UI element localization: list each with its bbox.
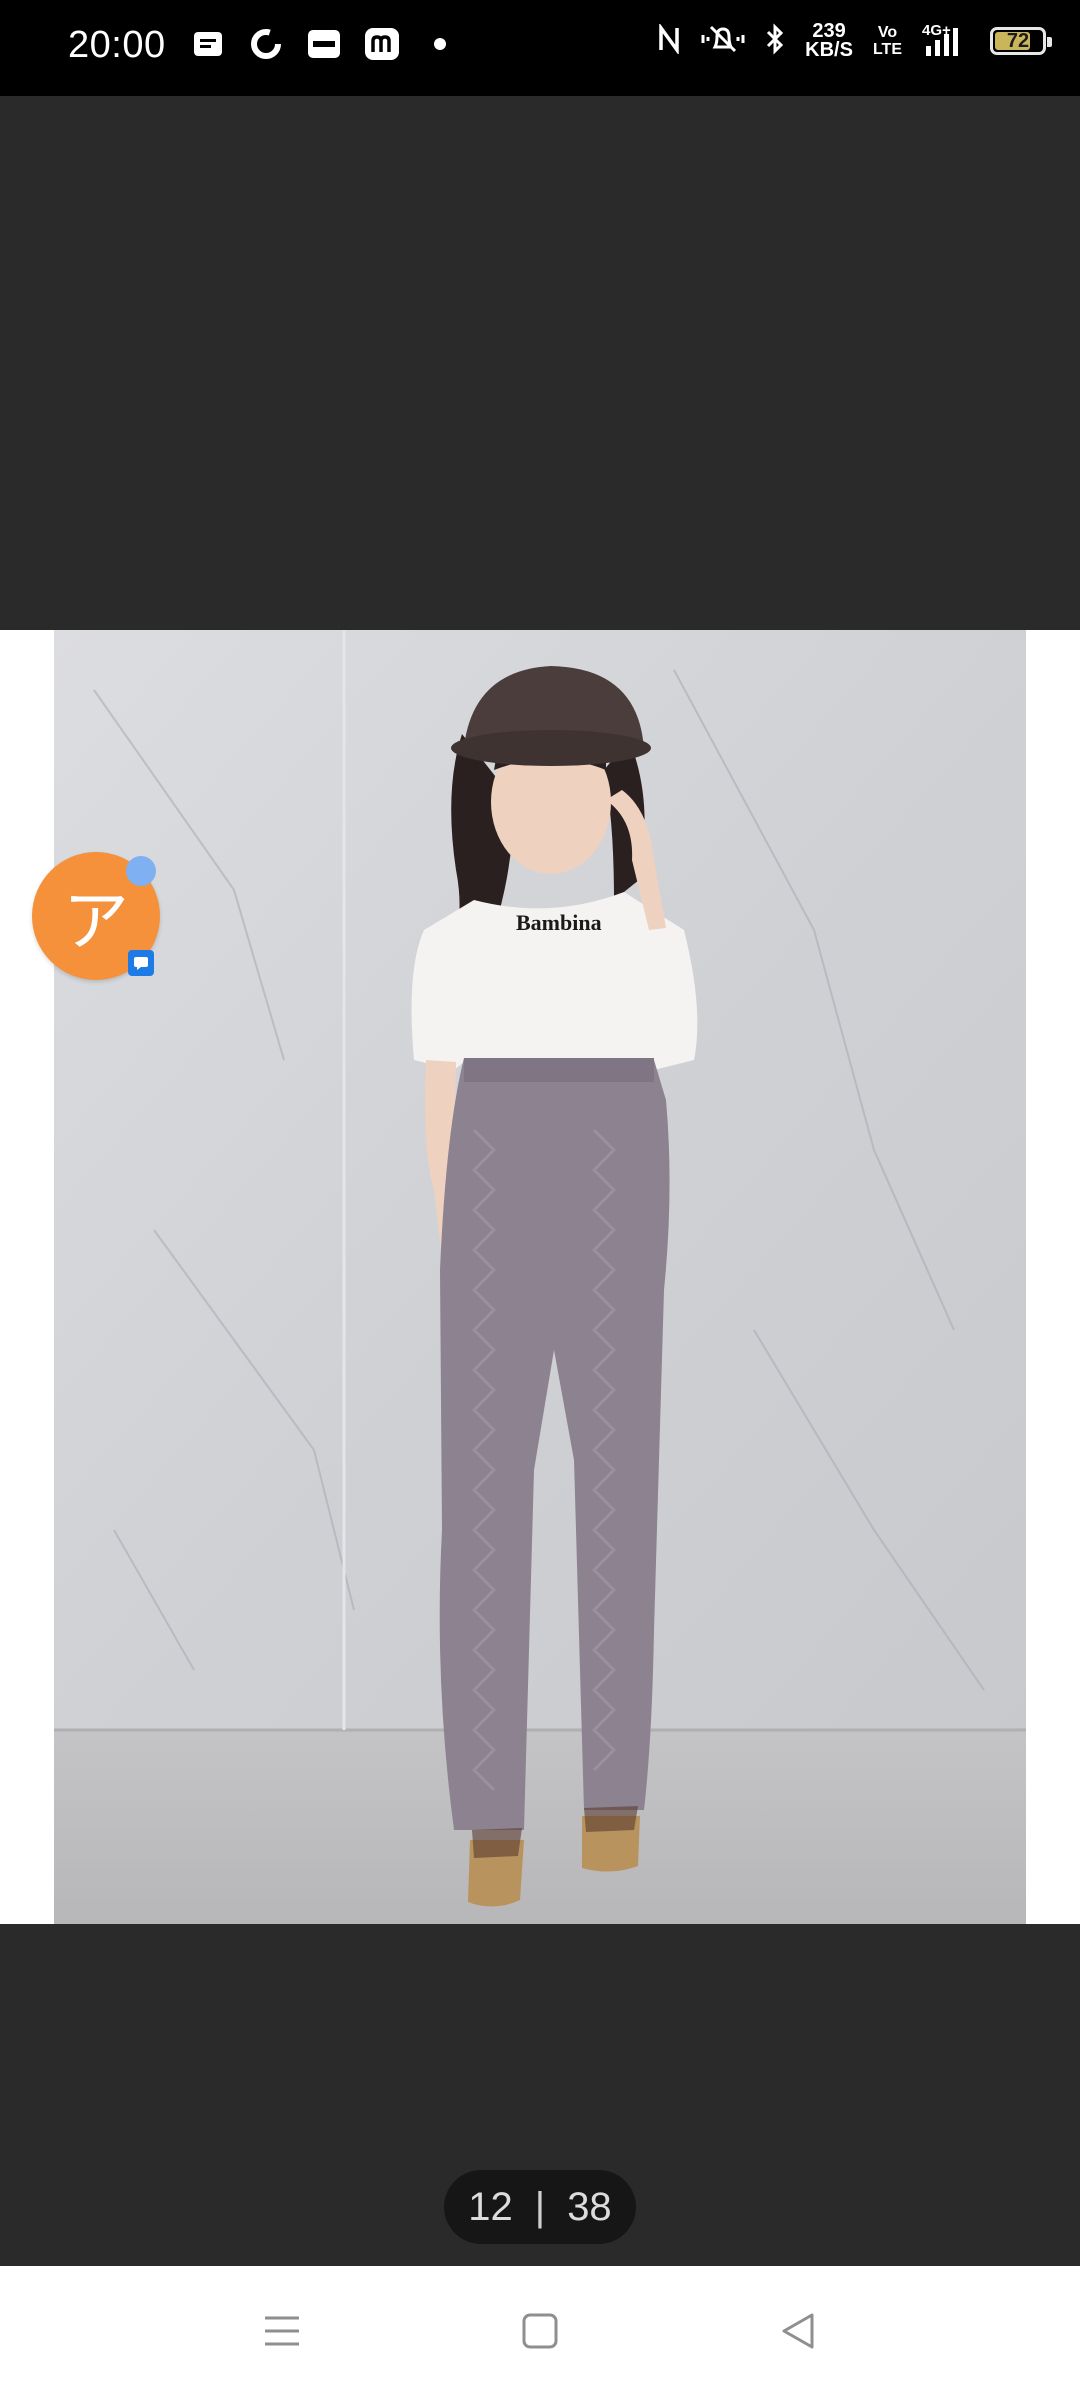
back-button[interactable] bbox=[718, 2266, 878, 2400]
photo-illustration: Bambina bbox=[54, 630, 1026, 1924]
notification-icons bbox=[190, 26, 458, 62]
network-type: 4G+ bbox=[922, 22, 951, 39]
page-separator: | bbox=[534, 2184, 546, 2229]
fashion-photo[interactable]: Bambina bbox=[54, 630, 1026, 1924]
back-icon bbox=[780, 2312, 816, 2355]
volte-top: Vo bbox=[877, 24, 898, 41]
recent-apps-button[interactable] bbox=[202, 2266, 362, 2400]
page-counter: 12 | 38 bbox=[444, 2170, 636, 2244]
volte-bottom: LTE bbox=[872, 41, 902, 58]
bubble-char: ア bbox=[63, 884, 129, 958]
bluetooth-icon bbox=[765, 22, 785, 60]
status-time: 20:00 bbox=[68, 24, 166, 66]
sync-icon bbox=[248, 26, 284, 62]
signal-icon: 4G+ bbox=[922, 22, 970, 58]
home-button[interactable] bbox=[460, 2266, 620, 2400]
status-right-group: 239 KB/S Vo LTE 4G+ 72 bbox=[657, 21, 1052, 61]
network-speed: 239 KB/S bbox=[805, 21, 853, 61]
chat-badge-icon bbox=[128, 950, 154, 976]
bubble-notification-dot bbox=[126, 856, 156, 886]
m-app-icon bbox=[364, 26, 400, 62]
nfc-icon bbox=[657, 22, 681, 59]
battery-level: 72 bbox=[1006, 29, 1030, 52]
speed-unit: KB/S bbox=[805, 39, 853, 61]
home-icon bbox=[522, 2313, 558, 2354]
silent-bell-icon bbox=[701, 23, 745, 60]
volte-indicator: Vo LTE bbox=[873, 24, 902, 58]
menu-icon bbox=[263, 2314, 301, 2353]
image-viewer[interactable]: Bambina bbox=[0, 96, 1080, 2266]
app-badge-icon bbox=[306, 26, 342, 62]
photo-frame: Bambina bbox=[0, 630, 1080, 1924]
page-total: 38 bbox=[567, 2184, 612, 2229]
page-current: 12 bbox=[468, 2184, 513, 2229]
dot-icon bbox=[422, 26, 458, 62]
battery-icon: 72 bbox=[990, 27, 1052, 55]
status-bar: 20:00 239 KB/S Vo LTE 4G+ 72 bbox=[0, 0, 1080, 96]
tshirt-text: Bambina bbox=[516, 910, 602, 935]
navigation-bar bbox=[0, 2266, 1080, 2400]
message-icon bbox=[190, 26, 226, 62]
